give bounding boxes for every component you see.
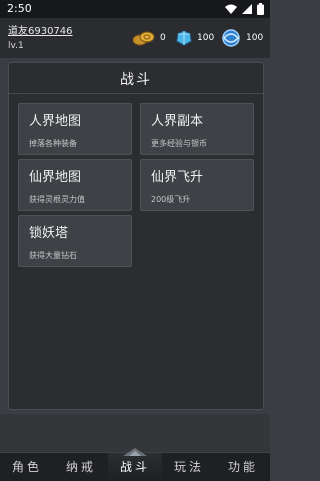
bottom-tab-bar: 角色 纳戒 战斗 玩法 功能	[0, 448, 270, 481]
signal-icon	[242, 4, 252, 14]
tab-character[interactable]: 角色	[0, 453, 54, 481]
card-desc: 200级飞升	[151, 195, 191, 204]
player-name[interactable]: 道友6930746	[8, 22, 73, 37]
crystal-counter: 100	[220, 28, 263, 48]
battle-panel: 战斗 人界地图 掉落各种装备 人界副本 更多经验与银币 仙界地图 获得灵根灵力值…	[8, 62, 264, 410]
card-demon-tower[interactable]: 锁妖塔 获得大量钻石	[18, 215, 132, 267]
crystal-amount: 100	[246, 33, 264, 43]
player-header: 道友6930746 lv.1 0 100 100	[0, 18, 270, 58]
status-time: 2:50	[7, 2, 32, 15]
card-name: 仙界飞升	[151, 170, 204, 185]
card-desc: 获得灵根灵力值	[29, 195, 85, 204]
status-bar: 2:50	[0, 0, 270, 18]
card-desc: 掉落各种装备	[29, 139, 77, 148]
active-tab-ornament-icon	[123, 448, 147, 456]
card-human-realm-map[interactable]: 人界地图 掉落各种装备	[18, 103, 132, 155]
gold-amount: 0	[160, 33, 166, 43]
card-name: 人界地图	[29, 114, 82, 129]
panel-title: 战斗	[120, 72, 152, 88]
gold-coin-icon	[132, 31, 155, 46]
gem-amount: 100	[197, 33, 215, 43]
card-immortal-ascension[interactable]: 仙界飞升 200级飞升	[140, 159, 254, 211]
blue-gem-icon	[176, 30, 192, 46]
gold-counter: 0	[132, 28, 166, 48]
card-name: 人界副本	[151, 114, 204, 129]
tab-battle[interactable]: 战斗	[108, 448, 162, 481]
battery-icon	[257, 3, 264, 15]
card-immortal-realm-map[interactable]: 仙界地图 获得灵根灵力值	[18, 159, 132, 211]
status-icons	[225, 3, 264, 15]
player-level: lv.1	[8, 41, 24, 51]
card-human-realm-dungeon[interactable]: 人界副本 更多经验与银币	[140, 103, 254, 155]
gem-counter: 100	[175, 28, 214, 48]
crystal-swirl-icon	[222, 29, 240, 47]
panel-divider	[9, 93, 263, 94]
card-desc: 更多经验与银币	[151, 139, 207, 148]
tab-battle-label: 战斗	[119, 460, 150, 474]
tab-functions[interactable]: 功能	[216, 453, 270, 481]
card-desc: 获得大量钻石	[29, 251, 77, 260]
wifi-icon	[225, 4, 237, 14]
tab-storage-ring[interactable]: 纳戒	[54, 453, 108, 481]
card-name: 锁妖塔	[29, 226, 69, 241]
bottom-band	[0, 414, 270, 452]
card-name: 仙界地图	[29, 170, 82, 185]
tab-gameplay[interactable]: 玩法	[162, 453, 216, 481]
